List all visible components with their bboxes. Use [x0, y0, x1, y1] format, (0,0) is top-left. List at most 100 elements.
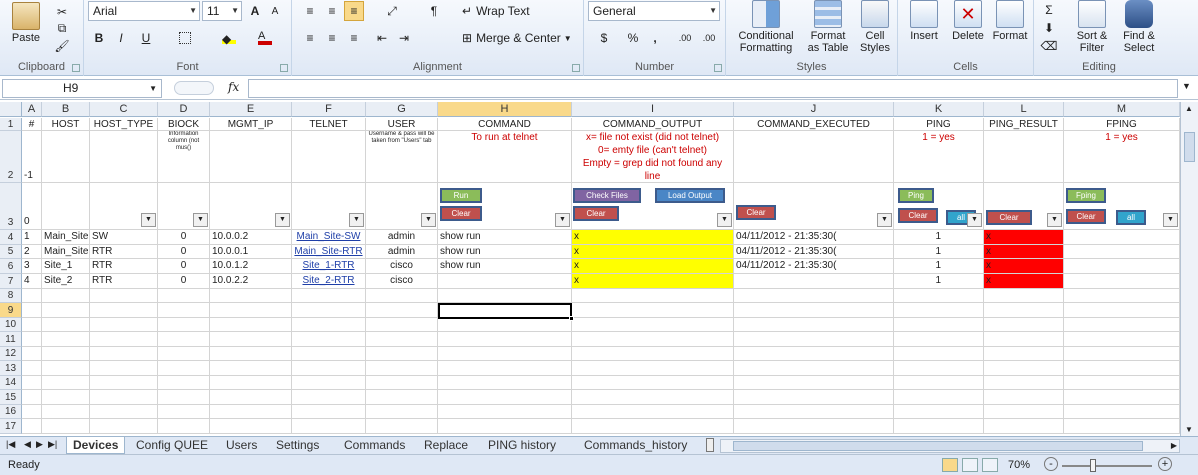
empty-cell[interactable] — [90, 347, 158, 361]
filter-dropdown-icon[interactable]: ▼ — [1163, 213, 1178, 227]
cell-user[interactable]: cisco — [366, 259, 438, 274]
load-output-button[interactable]: Load Output — [655, 188, 725, 203]
sheet-tab-devices[interactable]: Devices — [66, 437, 126, 454]
scroll-right-icon[interactable]: ▶ — [1171, 441, 1177, 450]
cell-command-executed[interactable]: 04/11/2012 - 21:35:30( — [734, 259, 894, 274]
empty-cell[interactable] — [158, 361, 210, 376]
cell-fping[interactable] — [1064, 230, 1180, 245]
first-sheet-icon[interactable]: |◀ — [6, 439, 15, 450]
empty-cell[interactable] — [438, 361, 572, 376]
cell-host[interactable]: Main_Site — [42, 245, 90, 259]
tab-split-icon[interactable] — [706, 438, 714, 452]
empty-cell[interactable] — [1064, 303, 1180, 318]
column-header-i[interactable]: I — [572, 102, 734, 117]
empty-cell[interactable] — [734, 289, 894, 303]
empty-cell[interactable] — [1064, 390, 1180, 405]
empty-cell[interactable] — [438, 419, 572, 434]
cell-ping[interactable]: 1 — [894, 274, 984, 289]
row-header-1[interactable]: 1 — [0, 118, 22, 131]
empty-cell[interactable] — [366, 419, 438, 434]
page-break-view-button[interactable] — [982, 458, 998, 472]
empty-cell[interactable] — [366, 361, 438, 376]
cell-i2-legend[interactable]: x= file not exist (did not telnet) 0= em… — [572, 131, 734, 183]
empty-cell[interactable] — [90, 390, 158, 405]
empty-cell[interactable] — [158, 390, 210, 405]
header-telnet[interactable]: TELNET — [292, 118, 366, 131]
empty-cell[interactable] — [984, 347, 1064, 361]
telnet-link[interactable]: Main_Site-SW — [292, 230, 366, 245]
cell-g2-note[interactable]: Username & pass will be taken from "User… — [366, 131, 438, 183]
header-command[interactable]: COMMAND — [438, 118, 572, 131]
column-header-b[interactable]: B — [42, 102, 90, 117]
empty-cell[interactable] — [984, 361, 1064, 376]
align-bottom-button[interactable]: ≡ — [344, 1, 364, 21]
row-header-10[interactable]: 10 — [0, 318, 22, 332]
cell-h2-note[interactable]: To run at telnet — [438, 131, 572, 183]
clear-output-button[interactable]: Clear — [573, 206, 619, 221]
cell-styles-button[interactable]: Cell Styles — [854, 0, 896, 54]
cell-num[interactable]: 1 — [22, 230, 42, 245]
empty-cell[interactable] — [22, 303, 42, 318]
cell-command[interactable]: show run — [438, 230, 572, 245]
copy-button[interactable]: ⧉ — [52, 18, 72, 38]
empty-cell[interactable] — [42, 183, 90, 230]
clear-fping-button[interactable]: Clear — [1066, 209, 1106, 224]
column-header-d[interactable]: D — [158, 102, 210, 117]
empty-cell[interactable] — [90, 376, 158, 390]
row-header-13[interactable]: 13 — [0, 361, 22, 376]
ping-button[interactable]: Ping — [898, 188, 934, 203]
italic-button[interactable]: I — [112, 28, 130, 48]
insert-function-icon[interactable]: fx — [228, 80, 239, 94]
empty-cell[interactable] — [42, 303, 90, 318]
empty-cell[interactable] — [22, 318, 42, 332]
cell-biock[interactable]: 0 — [158, 230, 210, 245]
row-header-7[interactable]: 7 — [0, 274, 22, 289]
empty-cell[interactable] — [210, 332, 292, 347]
empty-cell[interactable] — [734, 332, 894, 347]
empty-cell[interactable] — [42, 347, 90, 361]
empty-cell[interactable] — [42, 289, 90, 303]
empty-cell[interactable] — [90, 131, 158, 183]
header-mgmt-ip[interactable]: MGMT_IP — [210, 118, 292, 131]
row-header-16[interactable]: 16 — [0, 405, 22, 419]
cell-fping[interactable] — [1064, 245, 1180, 259]
conditional-formatting-button[interactable]: Conditional Formatting — [730, 0, 802, 54]
column-header-a[interactable]: A — [22, 102, 42, 117]
empty-cell[interactable] — [158, 318, 210, 332]
cell-user[interactable]: cisco — [366, 274, 438, 289]
cell-command[interactable]: show run — [438, 259, 572, 274]
empty-cell[interactable] — [210, 419, 292, 434]
sheet-tab-config-quee[interactable]: Config QUEE — [130, 437, 214, 454]
orientation-button[interactable]: ⤢ — [378, 1, 406, 21]
expand-formula-icon[interactable]: ▼ — [1182, 81, 1191, 91]
delete-button[interactable]: ✕ Delete — [946, 0, 990, 42]
select-all-corner[interactable] — [0, 102, 22, 117]
empty-cell[interactable] — [366, 303, 438, 318]
empty-cell[interactable] — [210, 347, 292, 361]
empty-cell[interactable] — [292, 289, 366, 303]
empty-cell[interactable] — [210, 405, 292, 419]
empty-cell[interactable] — [438, 289, 572, 303]
format-painter-button[interactable]: 🖌 — [52, 36, 72, 56]
empty-cell[interactable] — [292, 390, 366, 405]
empty-cell[interactable] — [90, 419, 158, 434]
empty-cell[interactable] — [1064, 405, 1180, 419]
comma-button[interactable]: , — [646, 28, 664, 48]
row-header-3[interactable]: 3 — [0, 183, 22, 230]
fping-all-button[interactable]: all — [1116, 210, 1146, 225]
empty-cell[interactable] — [894, 347, 984, 361]
empty-cell[interactable] — [42, 318, 90, 332]
filter-dropdown-icon[interactable]: ▼ — [555, 213, 570, 227]
empty-cell[interactable] — [984, 332, 1064, 347]
filter-dropdown-icon[interactable]: ▼ — [877, 213, 892, 227]
cell-fping[interactable] — [1064, 274, 1180, 289]
bold-button[interactable]: B — [90, 28, 108, 48]
empty-cell[interactable] — [210, 318, 292, 332]
cell-ping[interactable]: 1 — [894, 259, 984, 274]
format-as-table-button[interactable]: Format as Table — [802, 0, 854, 54]
align-center-button[interactable]: ≡ — [322, 28, 342, 48]
empty-cell[interactable] — [90, 289, 158, 303]
cell-mgmt-ip[interactable]: 10.0.0.1 — [210, 245, 292, 259]
empty-cell[interactable] — [572, 347, 734, 361]
empty-cell[interactable] — [894, 303, 984, 318]
